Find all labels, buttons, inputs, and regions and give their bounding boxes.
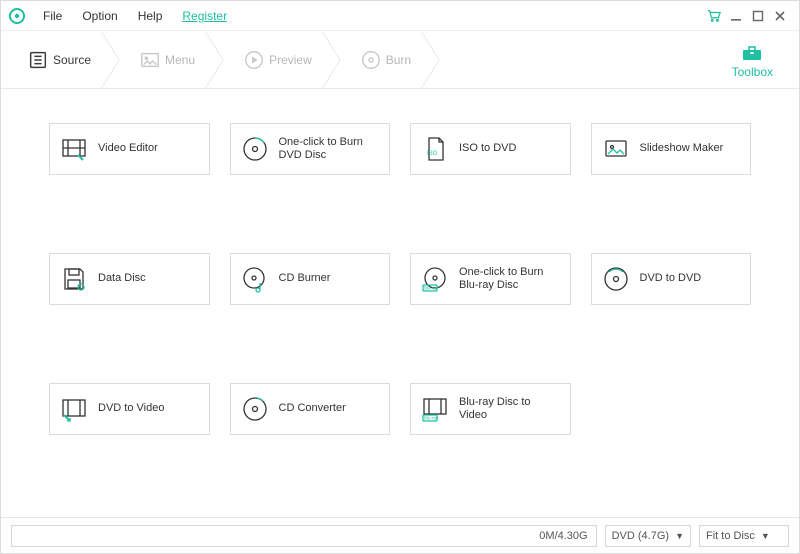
- tool-grid: Video Editor One-click to Burn DVD Disc …: [49, 123, 751, 435]
- tool-one-click-dvd[interactable]: One-click to Burn DVD Disc: [230, 123, 391, 175]
- close-icon[interactable]: [769, 5, 791, 27]
- tool-label: One-click to Burn Blu-ray Disc: [459, 266, 560, 292]
- video-editor-icon: [60, 135, 88, 163]
- tool-data-disc[interactable]: Data Disc: [49, 253, 210, 305]
- toolbox-icon: [740, 41, 764, 63]
- fit-mode-value: Fit to Disc: [706, 530, 755, 542]
- tool-slideshow-maker[interactable]: Slideshow Maker: [591, 123, 752, 175]
- tool-label: Data Disc: [98, 272, 146, 285]
- tool-iso-to-dvd[interactable]: ISO ISO to DVD: [410, 123, 571, 175]
- disc-type-select[interactable]: DVD (4.7G) ▼: [605, 525, 691, 547]
- chevron-down-icon: ▼: [675, 531, 684, 541]
- menu-step-icon: [139, 49, 161, 71]
- source-icon: [27, 49, 49, 71]
- disc-burn-icon: [241, 135, 269, 163]
- step-menu[interactable]: Menu: [113, 31, 217, 88]
- bluray-disc-icon: Blu-ray: [421, 265, 449, 293]
- tool-cd-burner[interactable]: CD Burner: [230, 253, 391, 305]
- app-window: File Option Help Register Source: [0, 0, 800, 554]
- step-preview-label: Preview: [269, 53, 312, 67]
- step-menu-label: Menu: [165, 53, 195, 67]
- tool-dvd-to-video[interactable]: DVD to Video: [49, 383, 210, 435]
- menu-register[interactable]: Register: [172, 9, 237, 23]
- tool-cd-converter[interactable]: CD Converter: [230, 383, 391, 435]
- tool-bluray-to-video[interactable]: Blu-ray Blu-ray Disc to Video: [410, 383, 571, 435]
- tool-one-click-bluray[interactable]: Blu-ray One-click to Burn Blu-ray Disc: [410, 253, 571, 305]
- tool-label: CD Burner: [279, 272, 331, 285]
- step-burn-label: Burn: [386, 53, 411, 67]
- menu-help[interactable]: Help: [128, 9, 173, 23]
- capacity-text: 0M/4.30G: [539, 530, 587, 542]
- capacity-field: 0M/4.30G: [11, 525, 597, 547]
- svg-text:ISO: ISO: [427, 151, 438, 157]
- tool-label: DVD to Video: [98, 402, 164, 415]
- slideshow-icon: [602, 135, 630, 163]
- status-bar: 0M/4.30G DVD (4.7G) ▼ Fit to Disc ▼: [1, 517, 799, 553]
- floppy-icon: [60, 265, 88, 293]
- iso-file-icon: ISO: [421, 135, 449, 163]
- step-burn[interactable]: Burn: [334, 31, 433, 88]
- menu-file[interactable]: File: [33, 9, 72, 23]
- maximize-icon[interactable]: [747, 5, 769, 27]
- tool-label: One-click to Burn DVD Disc: [279, 136, 380, 162]
- toolbox-label: Toolbox: [732, 65, 773, 79]
- step-source-label: Source: [53, 53, 91, 67]
- step-source[interactable]: Source: [1, 31, 113, 88]
- bluray-video-icon: Blu-ray: [421, 395, 449, 423]
- tool-label: Slideshow Maker: [640, 142, 724, 155]
- tool-grid-area: Video Editor One-click to Burn DVD Disc …: [1, 89, 799, 517]
- toolbox-button[interactable]: Toolbox: [706, 31, 799, 88]
- app-logo-icon: [9, 8, 25, 24]
- tool-label: CD Converter: [279, 402, 346, 415]
- cd-music-icon: [241, 265, 269, 293]
- tool-label: Video Editor: [98, 142, 158, 155]
- tool-label: DVD to DVD: [640, 272, 702, 285]
- tool-label: ISO to DVD: [459, 142, 516, 155]
- menubar: File Option Help Register: [1, 1, 799, 31]
- burn-icon: [360, 49, 382, 71]
- svg-text:Blu-ray: Blu-ray: [424, 286, 439, 291]
- menu-option[interactable]: Option: [72, 9, 127, 23]
- svg-text:Blu-ray: Blu-ray: [424, 416, 439, 421]
- tool-dvd-to-dvd[interactable]: DVD to DVD: [591, 253, 752, 305]
- step-preview[interactable]: Preview: [217, 31, 334, 88]
- step-nav: Source Menu Preview: [1, 31, 799, 89]
- tool-video-editor[interactable]: Video Editor: [49, 123, 210, 175]
- chevron-down-icon: ▼: [761, 531, 770, 541]
- fit-mode-select[interactable]: Fit to Disc ▼: [699, 525, 789, 547]
- dvd-video-icon: [60, 395, 88, 423]
- minimize-icon[interactable]: [725, 5, 747, 27]
- disc-type-value: DVD (4.7G): [612, 530, 669, 542]
- tool-label: Blu-ray Disc to Video: [459, 396, 560, 422]
- cart-icon[interactable]: [703, 5, 725, 27]
- dvd-copy-icon: [602, 265, 630, 293]
- cd-convert-icon: [241, 395, 269, 423]
- preview-icon: [243, 49, 265, 71]
